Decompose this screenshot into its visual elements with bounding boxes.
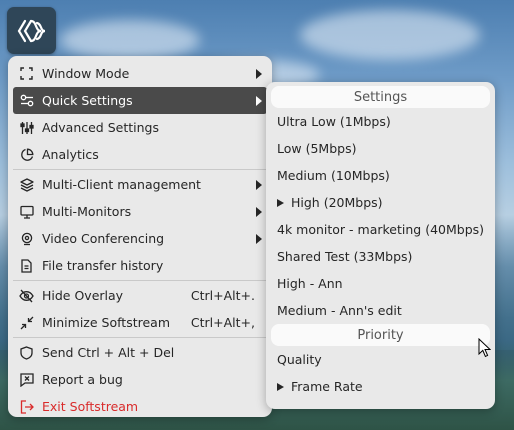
webcam-icon [19, 231, 34, 246]
menu-item-label: Analytics [42, 147, 99, 162]
eye-off-icon [19, 288, 34, 303]
menu-item-label: Multi-Monitors [42, 204, 132, 219]
shortcut-label: Ctrl+Alt+, [190, 315, 255, 330]
quality-option-4k-monitor[interactable]: 4k monitor - marketing (40Mbps) [266, 216, 495, 243]
menu-item-video-conferencing[interactable]: Video Conferencing [13, 225, 267, 252]
option-label: Ultra Low (1Mbps) [277, 114, 391, 129]
menu-item-multi-monitors[interactable]: Multi-Monitors [13, 198, 267, 225]
chevron-right-icon [256, 69, 262, 79]
menu-item-send-ctrl-alt-del[interactable]: Send Ctrl + Alt + Del [13, 339, 267, 366]
option-label: Medium - Ann's edit [277, 303, 402, 318]
exit-icon [19, 399, 34, 414]
option-label: Quality [277, 352, 322, 367]
menu-item-exit-softstream[interactable]: Exit Softstream [13, 393, 267, 420]
menu-item-report-bug[interactable]: Report a bug [13, 366, 267, 393]
menu-item-label: Minimize Softstream [42, 315, 170, 330]
sliders-icon [19, 120, 34, 135]
app-logo[interactable] [7, 7, 56, 54]
menu-item-hide-overlay[interactable]: Hide Overlay Ctrl+Alt+. [13, 282, 267, 309]
quality-option-medium[interactable]: Medium (10Mbps) [266, 162, 495, 189]
menu-item-quick-settings[interactable]: Quick Settings [13, 87, 267, 114]
menu-item-analytics[interactable]: Analytics [13, 141, 267, 168]
priority-option-frame-rate[interactable]: Frame Rate [266, 373, 495, 400]
chevron-right-icon [256, 180, 262, 190]
fullscreen-icon [19, 66, 34, 81]
menu-item-window-mode[interactable]: Window Mode [13, 60, 267, 87]
option-label: Low (5Mbps) [277, 141, 357, 156]
bug-report-icon [19, 372, 34, 387]
chevron-right-icon [256, 234, 262, 244]
menu-item-label: Hide Overlay [42, 288, 124, 303]
menu-item-multi-client[interactable]: Multi-Client management [13, 171, 267, 198]
menu-divider [13, 337, 267, 338]
option-label: High - Ann [277, 276, 343, 291]
menu-item-label: Exit Softstream [42, 399, 139, 414]
quality-option-high[interactable]: High (20Mbps) [266, 189, 495, 216]
menu-item-label: Window Mode [42, 66, 130, 81]
shortcut-label: Ctrl+Alt+. [190, 288, 255, 303]
priority-option-quality[interactable]: Quality [266, 346, 495, 373]
menu-item-file-transfer-history[interactable]: File transfer history [13, 252, 267, 279]
minimize-icon [19, 315, 34, 330]
menu-item-advanced-settings[interactable]: Advanced Settings [13, 114, 267, 141]
layers-icon [19, 177, 34, 192]
option-label: Shared Test (33Mbps) [277, 249, 413, 264]
menu-item-label: Report a bug [42, 372, 123, 387]
option-label: Frame Rate [291, 379, 363, 394]
option-label: Medium (10Mbps) [277, 168, 390, 183]
menu-item-label: Send Ctrl + Alt + Del [42, 345, 175, 360]
quality-option-shared-test[interactable]: Shared Test (33Mbps) [266, 243, 495, 270]
settings-section-header: Settings [271, 86, 490, 108]
menu-item-label: Video Conferencing [42, 231, 165, 246]
quality-option-ultra-low[interactable]: Ultra Low (1Mbps) [266, 108, 495, 135]
menu-divider [13, 169, 267, 170]
pie-chart-icon [19, 147, 34, 162]
main-menu: Window Mode Quick Settings Advanced Sett… [8, 56, 272, 417]
option-label: High (20Mbps) [291, 195, 383, 210]
quick-settings-submenu: Settings Ultra Low (1Mbps) Low (5Mbps) M… [266, 82, 495, 409]
menu-item-label: Quick Settings [42, 93, 133, 108]
quality-option-low[interactable]: Low (5Mbps) [266, 135, 495, 162]
option-label: 4k monitor - marketing (40Mbps) [277, 222, 485, 237]
softstream-logo-icon [17, 19, 45, 42]
selected-triangle-icon [277, 198, 284, 207]
chevron-right-icon [256, 207, 262, 217]
menu-item-label: Advanced Settings [42, 120, 159, 135]
mouse-cursor-icon [478, 338, 491, 358]
menu-divider [13, 280, 267, 281]
shield-icon [19, 345, 34, 360]
menu-item-label: File transfer history [42, 258, 164, 273]
selected-triangle-icon [277, 382, 284, 391]
toggles-icon [19, 93, 34, 108]
monitor-icon [19, 204, 34, 219]
file-icon [19, 258, 34, 273]
menu-item-minimize-softstream[interactable]: Minimize Softstream Ctrl+Alt+, [13, 309, 267, 336]
quality-option-high-ann[interactable]: High - Ann [266, 270, 495, 297]
priority-section-header: Priority [271, 324, 490, 346]
quality-option-medium-ann-edit[interactable]: Medium - Ann's edit [266, 297, 495, 324]
chevron-right-icon [256, 96, 262, 106]
menu-item-label: Multi-Client management [42, 177, 201, 192]
